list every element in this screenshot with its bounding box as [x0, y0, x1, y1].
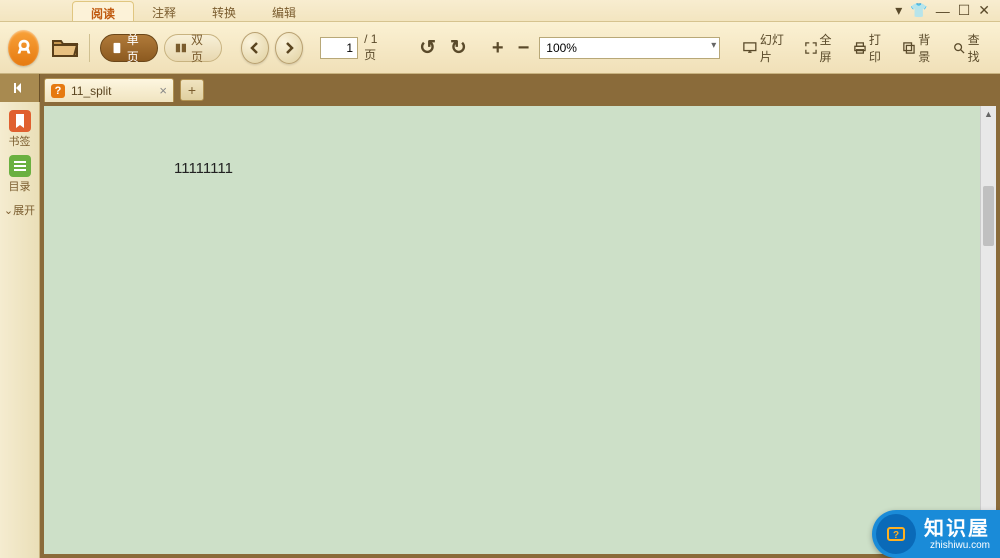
- page-icon: [111, 41, 123, 55]
- plus-icon: +: [492, 38, 504, 58]
- slideshow-icon: [743, 41, 757, 55]
- sidebar: 书签 目录 ⌄展开: [0, 102, 40, 558]
- chevron-down-icon: ⌄: [4, 205, 13, 217]
- menu-tab-annotate[interactable]: 注释: [134, 1, 194, 21]
- watermark-url: zhishiwu.com: [924, 540, 990, 551]
- watermark-logo-icon: ?: [876, 514, 916, 554]
- undo-button[interactable]: ↺: [415, 34, 440, 62]
- zoom-select[interactable]: [539, 37, 720, 59]
- zoom-select-wrap: [539, 37, 720, 59]
- document-text: 11111111: [174, 160, 233, 177]
- find-label: 查找: [968, 31, 988, 65]
- sidebar-toc-label: 目录: [9, 178, 31, 194]
- sidebar-expand-button[interactable]: ⌄展开: [4, 202, 35, 218]
- background-icon: [903, 41, 915, 55]
- menu-tab-read[interactable]: 阅读: [72, 1, 134, 21]
- menu-bar: 阅读 注释 转换 编辑 ▾ 👕 ― ☐ ✕: [0, 0, 1000, 22]
- slideshow-button[interactable]: 幻灯片: [739, 34, 794, 62]
- divider: [89, 34, 90, 62]
- single-page-button[interactable]: 单页: [100, 34, 158, 62]
- document-tab-bar: ? 11_split × +: [0, 74, 1000, 102]
- open-file-icon[interactable]: [51, 36, 79, 60]
- watermark-badge: ? 知识屋 zhishiwu.com: [872, 510, 1000, 558]
- window-minimize-icon[interactable]: ―: [936, 3, 950, 19]
- window-controls: ▾ 👕 ― ☐ ✕: [895, 0, 1000, 21]
- sidebar-item-bookmark[interactable]: 书签: [5, 108, 35, 151]
- background-label: 背景: [918, 31, 938, 65]
- collapse-left-icon: [12, 81, 28, 95]
- fullscreen-icon: [805, 41, 817, 55]
- arrow-left-icon: [247, 40, 263, 56]
- double-page-button[interactable]: 双页: [164, 34, 222, 62]
- document-type-icon: ?: [51, 84, 65, 98]
- next-page-button[interactable]: [275, 32, 303, 64]
- background-button[interactable]: 背景: [899, 34, 942, 62]
- scroll-thumb[interactable]: [983, 186, 994, 246]
- watermark-title: 知识屋: [924, 518, 990, 540]
- window-pin-icon[interactable]: 👕: [910, 2, 927, 19]
- bookmark-icon: [9, 110, 31, 132]
- new-tab-button[interactable]: +: [180, 79, 204, 101]
- print-label: 打印: [869, 31, 889, 65]
- vertical-scrollbar[interactable]: ▲ ▼: [980, 106, 996, 554]
- page-total-label: / 1页: [364, 32, 386, 63]
- menu-tab-edit[interactable]: 编辑: [254, 1, 314, 21]
- double-page-icon: [175, 41, 187, 55]
- find-button[interactable]: 查找: [949, 34, 992, 62]
- sidebar-item-toc[interactable]: 目录: [5, 153, 35, 196]
- fullscreen-button[interactable]: 全屏: [801, 34, 844, 62]
- window-maximize-icon[interactable]: ☐: [958, 2, 971, 19]
- sidebar-collapse-button[interactable]: [0, 74, 40, 102]
- page-number-input[interactable]: [320, 37, 358, 59]
- minus-icon: −: [518, 38, 530, 58]
- scroll-up-icon[interactable]: ▲: [981, 106, 996, 122]
- zoom-out-button[interactable]: −: [514, 34, 534, 62]
- document-viewport[interactable]: 11111111: [44, 106, 980, 554]
- redo-icon: ↻: [450, 38, 467, 58]
- prev-page-button[interactable]: [241, 32, 269, 64]
- arrow-right-icon: [281, 40, 297, 56]
- main-area: 书签 目录 ⌄展开 11111111 ▲ ▼: [0, 102, 1000, 558]
- app-logo-icon[interactable]: [8, 30, 39, 66]
- document-tab[interactable]: ? 11_split ×: [44, 78, 174, 102]
- window-close-icon[interactable]: ✕: [978, 2, 990, 19]
- sidebar-bookmark-label: 书签: [9, 133, 31, 149]
- toc-icon: [9, 155, 31, 177]
- single-page-label: 单页: [127, 31, 147, 65]
- document-tab-title: 11_split: [71, 84, 111, 98]
- sidebar-expand-label: 展开: [13, 205, 35, 217]
- redo-button[interactable]: ↻: [446, 34, 471, 62]
- print-icon: [854, 41, 866, 55]
- search-icon: [953, 41, 965, 55]
- watermark-text: 知识屋 zhishiwu.com: [924, 518, 990, 551]
- menu-tabs: 阅读 注释 转换 编辑: [72, 0, 314, 21]
- toolbar: 单页 双页 / 1页 ↺ ↻ + − 幻灯片 全屏 打印 背景 查找: [0, 22, 1000, 74]
- content-wrap: 11111111 ▲ ▼: [40, 102, 1000, 558]
- slideshow-label: 幻灯片: [760, 31, 791, 65]
- fullscreen-label: 全屏: [820, 31, 840, 65]
- double-page-label: 双页: [191, 31, 211, 65]
- window-dropdown-icon[interactable]: ▾: [895, 2, 902, 19]
- undo-icon: ↺: [419, 38, 436, 58]
- svg-text:?: ?: [893, 530, 899, 541]
- print-button[interactable]: 打印: [850, 34, 893, 62]
- zoom-in-button[interactable]: +: [488, 34, 508, 62]
- tab-close-icon[interactable]: ×: [159, 83, 167, 98]
- menu-tab-convert[interactable]: 转换: [194, 1, 254, 21]
